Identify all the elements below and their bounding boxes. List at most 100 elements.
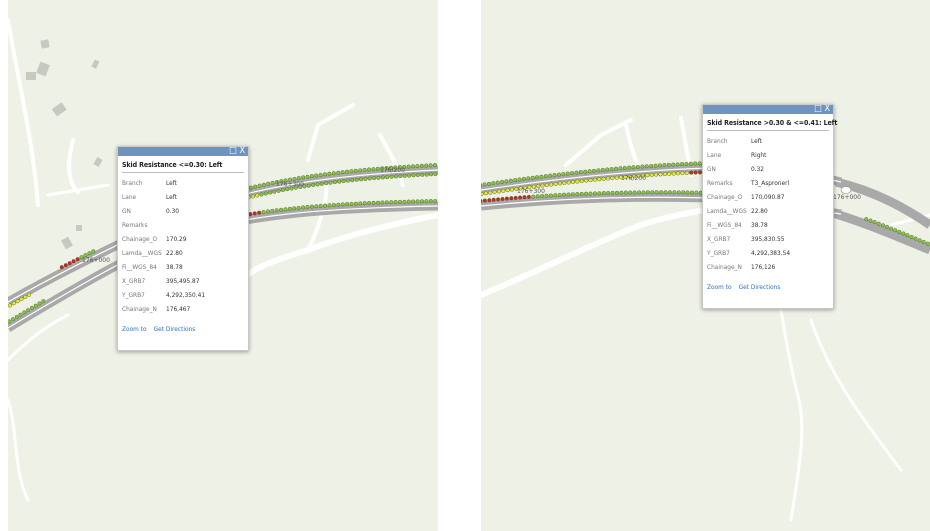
skid-point-marker[interactable] bbox=[880, 223, 885, 228]
skid-point-marker[interactable] bbox=[544, 193, 549, 198]
skid-point-marker[interactable] bbox=[667, 171, 672, 176]
skid-point-marker[interactable] bbox=[411, 199, 416, 204]
skid-point-marker[interactable] bbox=[540, 183, 545, 188]
skid-point-marker[interactable] bbox=[389, 200, 394, 205]
skid-point-marker[interactable] bbox=[332, 180, 337, 185]
skid-point-marker[interactable] bbox=[688, 161, 693, 166]
skid-point-marker[interactable] bbox=[75, 257, 80, 262]
skid-point-marker[interactable] bbox=[657, 163, 662, 168]
skid-point-marker[interactable] bbox=[301, 175, 306, 180]
skid-point-marker[interactable] bbox=[314, 173, 319, 178]
skid-point-marker[interactable] bbox=[505, 188, 510, 193]
skid-point-marker[interactable] bbox=[8, 303, 12, 308]
skid-point-marker[interactable] bbox=[614, 175, 619, 180]
skid-point-marker[interactable] bbox=[517, 177, 522, 182]
skid-point-marker[interactable] bbox=[925, 241, 930, 246]
skid-point-marker[interactable] bbox=[601, 191, 606, 196]
skid-point-marker[interactable] bbox=[309, 204, 314, 209]
skid-point-marker[interactable] bbox=[587, 169, 592, 174]
skid-point-marker[interactable] bbox=[279, 207, 284, 212]
skid-point-marker[interactable] bbox=[672, 190, 677, 195]
skid-point-marker[interactable] bbox=[63, 263, 68, 268]
skid-point-marker[interactable] bbox=[513, 195, 518, 200]
skid-point-marker[interactable] bbox=[287, 206, 292, 211]
skid-point-marker[interactable] bbox=[496, 197, 501, 202]
skid-point-marker[interactable] bbox=[679, 162, 684, 167]
skid-point-marker[interactable] bbox=[662, 172, 667, 177]
skid-point-marker[interactable] bbox=[509, 196, 514, 201]
skid-point-marker[interactable] bbox=[257, 183, 262, 188]
skid-point-marker[interactable] bbox=[488, 190, 493, 195]
popup-window-controls[interactable]: □ X bbox=[229, 145, 245, 157]
skid-point-marker[interactable] bbox=[619, 190, 624, 195]
skid-point-marker[interactable] bbox=[87, 251, 92, 256]
skid-point-marker[interactable] bbox=[548, 193, 553, 198]
skid-point-marker[interactable] bbox=[632, 190, 637, 195]
skid-point-marker[interactable] bbox=[588, 178, 593, 183]
skid-point-marker[interactable] bbox=[597, 191, 602, 196]
skid-point-marker[interactable] bbox=[419, 163, 424, 168]
skid-point-marker[interactable] bbox=[597, 177, 602, 182]
skid-point-marker[interactable] bbox=[553, 181, 558, 186]
skid-point-marker[interactable] bbox=[622, 165, 627, 170]
skid-point-marker[interactable] bbox=[407, 173, 412, 178]
skid-point-marker[interactable] bbox=[15, 299, 20, 304]
skid-point-marker[interactable] bbox=[565, 171, 570, 176]
skid-point-marker[interactable] bbox=[483, 191, 488, 196]
skid-point-marker[interactable] bbox=[22, 310, 27, 315]
skid-point-marker[interactable] bbox=[327, 203, 332, 208]
skid-point-marker[interactable] bbox=[380, 175, 385, 180]
skid-point-marker[interactable] bbox=[371, 167, 376, 172]
skid-point-marker[interactable] bbox=[252, 211, 257, 216]
skid-point-marker[interactable] bbox=[398, 199, 403, 204]
skid-point-marker[interactable] bbox=[280, 187, 285, 192]
skid-point-marker[interactable] bbox=[402, 199, 407, 204]
skid-point-marker[interactable] bbox=[897, 229, 902, 234]
skid-point-marker[interactable] bbox=[663, 190, 668, 195]
skid-point-marker[interactable] bbox=[482, 198, 487, 203]
skid-point-marker[interactable] bbox=[71, 259, 76, 264]
skid-point-marker[interactable] bbox=[497, 189, 502, 194]
skid-point-marker[interactable] bbox=[248, 185, 253, 190]
skid-point-marker[interactable] bbox=[628, 190, 633, 195]
skid-point-marker[interactable] bbox=[601, 176, 606, 181]
skid-point-marker[interactable] bbox=[693, 161, 698, 166]
skid-point-marker[interactable] bbox=[306, 183, 311, 188]
skid-point-marker[interactable] bbox=[584, 191, 589, 196]
skid-point-marker[interactable] bbox=[340, 202, 345, 207]
skid-point-marker[interactable] bbox=[681, 190, 686, 195]
skid-point-marker[interactable] bbox=[500, 196, 505, 201]
skid-point-marker[interactable] bbox=[667, 190, 672, 195]
skid-point-marker[interactable] bbox=[429, 172, 434, 177]
skid-point-marker[interactable] bbox=[270, 180, 275, 185]
skid-point-marker[interactable] bbox=[522, 195, 527, 200]
skid-point-marker[interactable] bbox=[614, 190, 619, 195]
skid-point-marker[interactable] bbox=[680, 171, 685, 176]
skid-point-marker[interactable] bbox=[653, 163, 658, 168]
skid-point-marker[interactable] bbox=[424, 172, 429, 177]
skid-point-marker[interactable] bbox=[385, 175, 390, 180]
skid-point-marker[interactable] bbox=[913, 236, 918, 241]
skid-point-marker[interactable] bbox=[654, 190, 659, 195]
skid-point-marker[interactable] bbox=[697, 161, 702, 166]
skid-point-marker[interactable] bbox=[596, 168, 601, 173]
skid-point-marker[interactable] bbox=[650, 190, 655, 195]
get-directions-link[interactable]: Get Directions bbox=[154, 325, 196, 333]
skid-point-marker[interactable] bbox=[645, 190, 650, 195]
skid-point-marker[interactable] bbox=[675, 162, 680, 167]
skid-point-marker[interactable] bbox=[272, 189, 277, 194]
skid-point-marker[interactable] bbox=[487, 198, 492, 203]
skid-point-marker[interactable] bbox=[610, 176, 615, 181]
skid-point-marker[interactable] bbox=[649, 172, 654, 177]
skid-point-marker[interactable] bbox=[389, 174, 394, 179]
skid-point-marker[interactable] bbox=[635, 164, 640, 169]
skid-point-marker[interactable] bbox=[901, 231, 906, 236]
skid-point-marker[interactable] bbox=[91, 249, 96, 254]
skid-point-marker[interactable] bbox=[433, 172, 438, 177]
skid-point-marker[interactable] bbox=[353, 168, 358, 173]
skid-point-marker[interactable] bbox=[376, 175, 381, 180]
skid-point-marker[interactable] bbox=[501, 188, 506, 193]
skid-point-marker[interactable] bbox=[345, 169, 350, 174]
skid-point-marker[interactable] bbox=[362, 167, 367, 172]
skid-point-marker[interactable] bbox=[415, 172, 420, 177]
